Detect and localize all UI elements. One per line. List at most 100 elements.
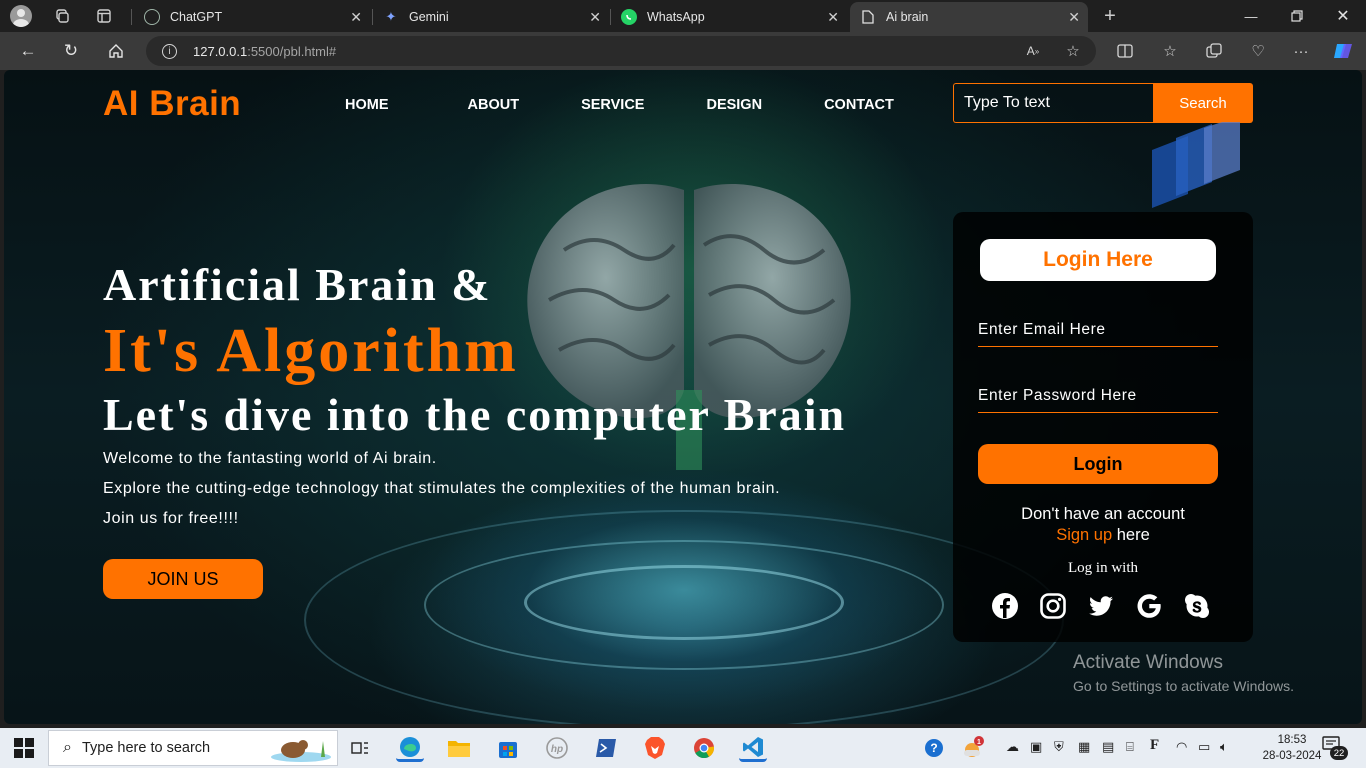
battery-icon[interactable]: ▭ (1198, 739, 1210, 755)
back-icon[interactable]: ← (14, 38, 42, 64)
usb-icon[interactable]: ⌸ (1126, 739, 1134, 755)
tab-ai-brain[interactable]: Ai brain ✕ (850, 2, 1088, 32)
split-screen-icon[interactable] (1112, 38, 1138, 64)
vscode-icon[interactable] (739, 734, 767, 762)
collections-icon[interactable] (1201, 38, 1227, 64)
hp-icon[interactable]: hp (543, 734, 571, 762)
tab-actions-icon[interactable] (90, 2, 118, 30)
tab-gemini[interactable]: ✦ Gemini ✕ (373, 2, 609, 32)
task-view-icon[interactable] (346, 734, 374, 762)
taskbar-search-placeholder: Type here to search (81, 740, 211, 756)
facebook-icon[interactable] (991, 592, 1019, 620)
watermark-subtitle: Go to Settings to activate Windows. (1073, 678, 1294, 694)
nav-service[interactable]: SERVICE (581, 97, 644, 113)
weather-app-icon[interactable]: 1 (958, 734, 986, 762)
join-us-button[interactable]: JOIN US (103, 559, 263, 599)
site-logo[interactable]: AI Brain (103, 84, 241, 124)
tray-app-icon[interactable]: ▦ (1078, 739, 1090, 755)
hero-heading-line1: Artificial Brain & (103, 259, 492, 310)
refresh-icon[interactable]: ↻ (57, 38, 85, 64)
edge-taskbar-icon[interactable] (396, 734, 424, 762)
new-tab-icon[interactable]: + (1096, 2, 1124, 30)
brave-icon[interactable] (641, 734, 669, 762)
pedestal-ring (524, 565, 844, 640)
minimize-icon[interactable]: — (1228, 0, 1274, 32)
tab-title: WhatsApp (647, 10, 705, 24)
info-icon[interactable]: i (162, 43, 177, 59)
notification-center-icon[interactable]: 22 (1322, 736, 1348, 760)
tray-app-icon[interactable]: F (1150, 737, 1159, 754)
close-icon[interactable]: ✕ (589, 9, 601, 26)
security-icon[interactable]: ⛨ (1054, 739, 1064, 755)
hero-heading-line2: It's Algorithm (103, 317, 519, 385)
settings-more-icon[interactable]: ··· (1288, 38, 1314, 64)
url-host: 127.0.0.1 (193, 43, 248, 59)
instagram-icon[interactable] (1039, 592, 1067, 620)
search-button[interactable]: Search (1153, 83, 1253, 123)
search-highlight-illustration (271, 740, 331, 762)
web-page: AI Brain HOME ABOUT SERVICE DESIGN CONTA… (4, 70, 1362, 724)
browser-essentials-icon[interactable]: ♡ (1245, 38, 1271, 64)
close-icon[interactable]: ✕ (350, 9, 362, 26)
login-button[interactable]: Login (978, 444, 1218, 484)
windows-start-icon[interactable] (14, 738, 34, 758)
twitter-icon[interactable] (1087, 592, 1115, 620)
favorite-star-icon[interactable]: ☆ (1060, 38, 1086, 64)
nav-contact[interactable]: CONTACT (824, 97, 894, 113)
close-icon[interactable]: ✕ (1068, 9, 1080, 26)
activate-windows-watermark: Activate Windows Go to Settings to activ… (1073, 652, 1294, 694)
workspaces-icon[interactable] (48, 2, 76, 30)
nav-design[interactable]: DESIGN (706, 97, 762, 113)
volume-icon[interactable]: 🔈︎ (1220, 739, 1228, 755)
taskbar-clock[interactable]: 18:53 28-03-2024 (1262, 732, 1322, 764)
no-account-text: Don't have an account (1021, 505, 1185, 523)
restore-icon[interactable] (1274, 0, 1320, 32)
password-field[interactable] (978, 379, 1218, 413)
skype-icon[interactable] (1183, 592, 1211, 620)
nav-home[interactable]: HOME (345, 97, 389, 113)
social-login-row (991, 592, 1211, 620)
onedrive-icon[interactable]: ☁ (1006, 739, 1019, 755)
read-aloud-icon[interactable]: A» (1020, 38, 1046, 64)
google-icon[interactable] (1135, 592, 1163, 620)
profile-avatar[interactable] (10, 5, 32, 27)
home-icon[interactable] (102, 38, 130, 64)
main-nav: HOME ABOUT SERVICE DESIGN CONTACT (345, 97, 894, 113)
decorative-logo (1152, 122, 1240, 208)
url-field[interactable]: i 127.0.0.1:5500/pbl.html# (146, 36, 1096, 66)
tray-app-icon[interactable]: ▤ (1102, 739, 1114, 755)
tab-title: ChatGPT (170, 10, 223, 24)
store-icon[interactable] (494, 734, 522, 762)
help-icon[interactable]: ? (920, 734, 948, 762)
favorites-icon[interactable]: ☆ (1157, 38, 1183, 64)
hero-paragraph-3: Join us for free!!!! (103, 510, 239, 527)
file-explorer-icon[interactable] (445, 734, 473, 762)
email-field[interactable] (978, 313, 1218, 347)
close-window-icon[interactable]: ✕ (1320, 0, 1366, 32)
signup-link[interactable]: Sign up (1056, 526, 1112, 544)
login-with-label: Log in with (1068, 560, 1138, 576)
tab-separator (131, 9, 132, 25)
gemini-icon: ✦ (385, 9, 397, 24)
hero-paragraph-2: Explore the cutting-edge technology that… (103, 480, 781, 497)
whatsapp-icon (621, 9, 637, 25)
windows-taskbar: ⌕ Type here to search hp ? 1 ☁ ▣ ⛨ ▦ ▤ ⌸… (0, 728, 1366, 768)
wifi-icon[interactable]: ◠ (1176, 739, 1187, 755)
clock-date: 28-03-2024 (1262, 750, 1322, 762)
url-path: :5500/pbl.html# (247, 43, 337, 59)
app-badge: 1 (977, 739, 981, 746)
tab-whatsapp[interactable]: WhatsApp ✕ (611, 2, 847, 32)
chatgpt-icon (144, 9, 160, 25)
notification-count: 22 (1330, 746, 1348, 760)
powershell-icon[interactable] (592, 734, 620, 762)
chrome-icon[interactable] (690, 734, 718, 762)
nav-about[interactable]: ABOUT (468, 97, 520, 113)
tray-app-icon[interactable]: ▣ (1030, 739, 1042, 755)
tab-chatgpt[interactable]: ChatGPT ✕ (134, 2, 370, 32)
address-toolbar: ← ↻ i 127.0.0.1:5500/pbl.html# A» ☆ ☆ ♡ … (0, 32, 1366, 70)
taskbar-search-input[interactable]: ⌕ Type here to search (48, 730, 338, 766)
search-input[interactable] (953, 83, 1153, 123)
hero-paragraph-1: Welcome to the fantasting world of Ai br… (103, 450, 437, 467)
copilot-icon[interactable] (1330, 38, 1356, 64)
close-icon[interactable]: ✕ (827, 9, 839, 26)
